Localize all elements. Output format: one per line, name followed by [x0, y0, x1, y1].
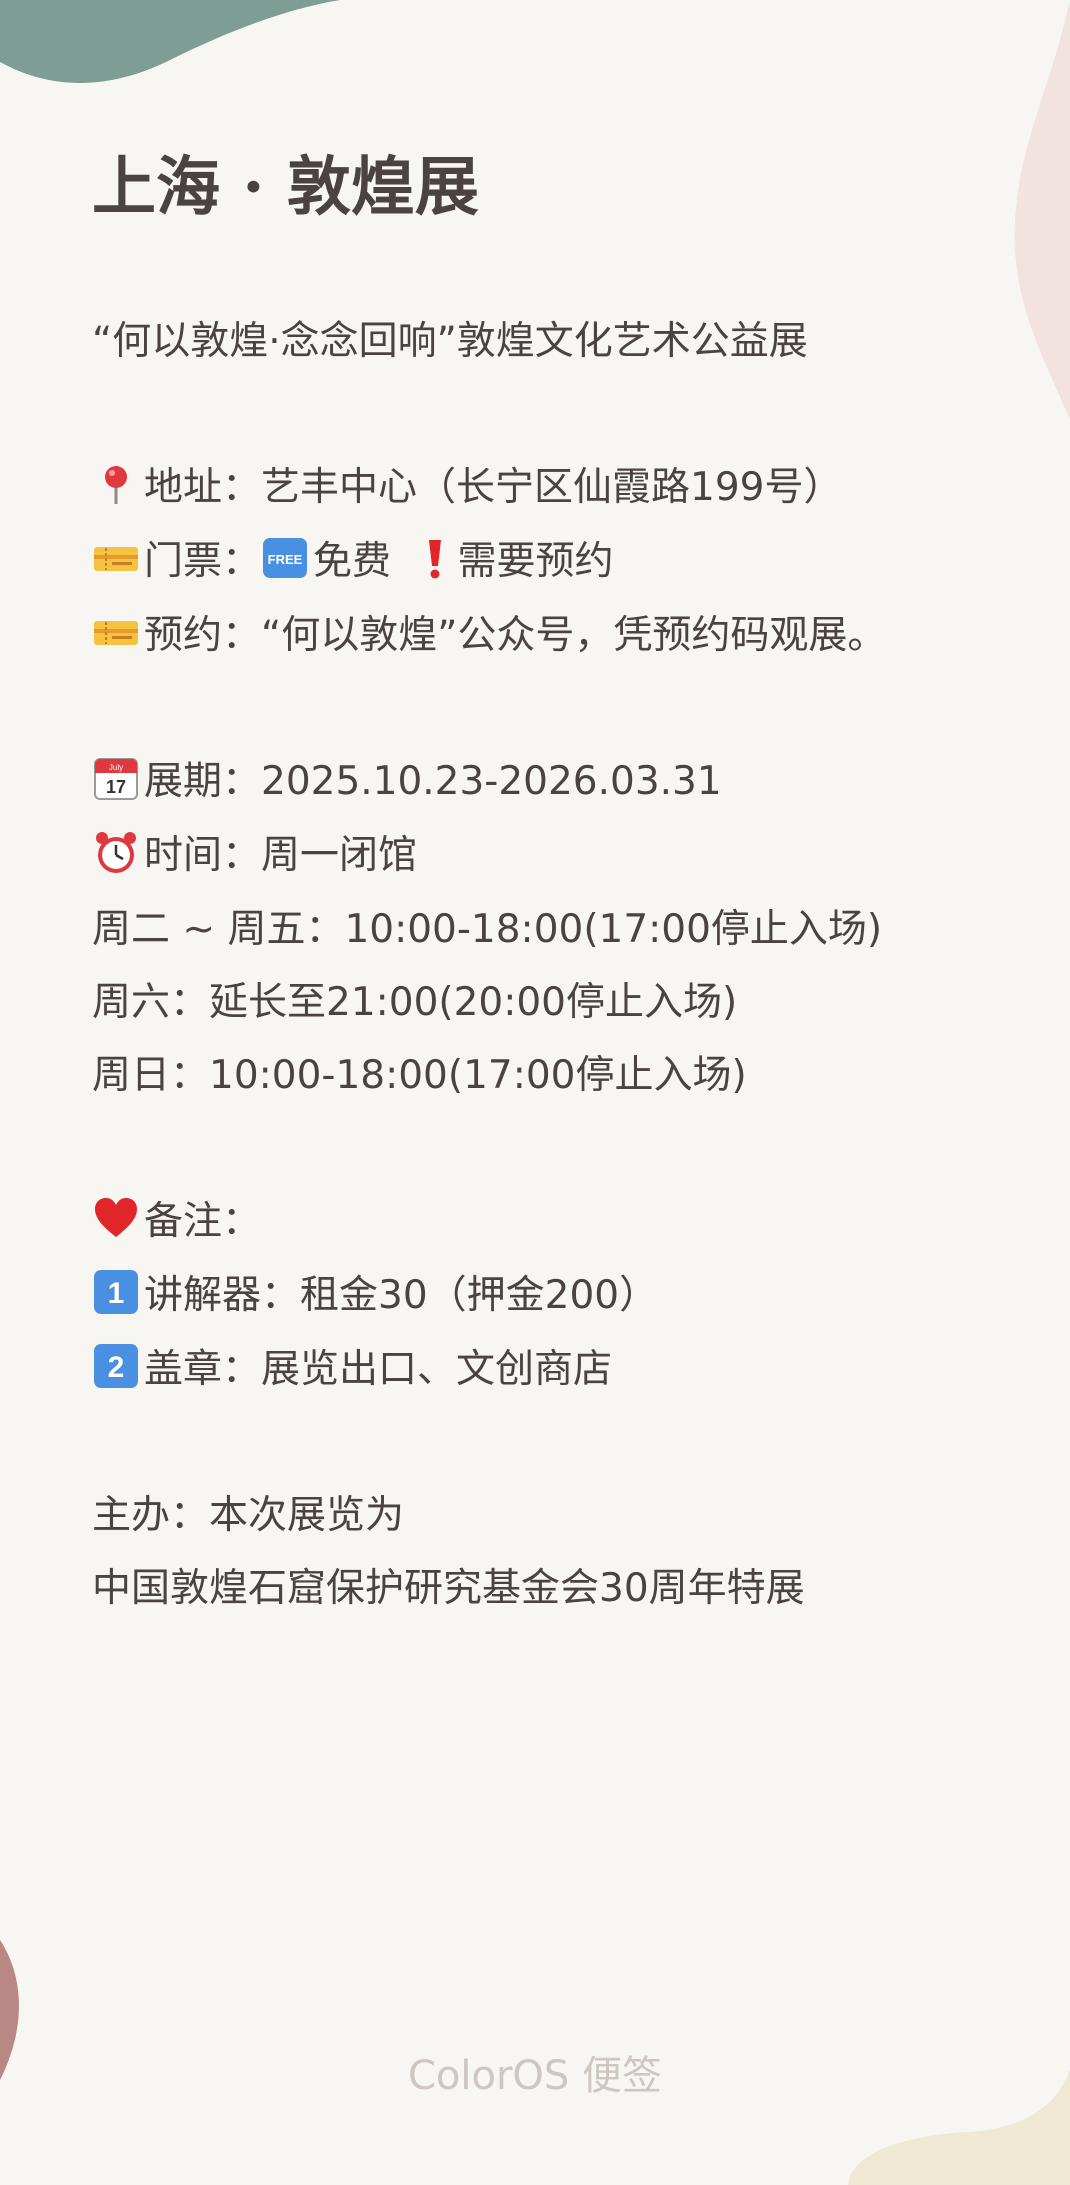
- hours-tue-fri: 周二 ~ 周五：10:00-18:00(17:00停止入场): [92, 907, 883, 952]
- free-icon: FREE: [263, 538, 308, 578]
- remark-1-text: 讲解器：租金30（押金200）: [144, 1273, 659, 1318]
- heart-icon: [95, 1198, 137, 1237]
- ticket-line: 门票： FREE 免费 需要预约: [92, 534, 613, 590]
- svg-text:July: July: [109, 763, 123, 772]
- exhibition-name: “何以敦煌·念念回响”敦煌文化艺术公益展: [92, 319, 808, 364]
- address-line: 地址：艺丰中心（长宁区仙霞路199号）: [92, 460, 842, 516]
- organizer-line-1: 主办：本次展览为: [92, 1493, 405, 1538]
- alarm-clock-icon: [96, 832, 136, 873]
- note-title: 上海 · 敦煌展: [92, 150, 479, 225]
- period-text: 展期：2025.10.23-2026.03.31: [144, 759, 722, 804]
- svg-text:FREE: FREE: [268, 552, 303, 567]
- keycap-2-icon: 2: [94, 1344, 138, 1388]
- hours-sun: 周日：10:00-18:00(17:00停止入场): [92, 1053, 747, 1098]
- svg-text:17: 17: [106, 777, 126, 797]
- remarks-text: 备注：: [144, 1199, 262, 1244]
- address-text: 地址：艺丰中心（长宁区仙霞路199号）: [144, 465, 843, 510]
- keycap-1-icon: 1: [94, 1270, 138, 1314]
- remarks-line: 备注：: [92, 1194, 261, 1250]
- booking-text: 预约：“何以敦煌”公众号，凭预约码观展。: [144, 613, 887, 658]
- booking-line: 预约：“何以敦煌”公众号，凭预约码观展。: [92, 608, 886, 664]
- period-line: July 17 展期：2025.10.23-2026.03.31: [92, 754, 722, 810]
- organizer-line-2: 中国敦煌石窟保护研究基金会30周年特展: [92, 1566, 805, 1611]
- hours-sat: 周六：延长至21:00(20:00停止入场): [92, 980, 738, 1025]
- reserve-text: 需要预约: [457, 539, 614, 584]
- remark-2-text: 盖章：展览出口、文创商店: [144, 1347, 613, 1392]
- decorative-blob-right: [1014, 0, 1070, 420]
- ticket-icon: [94, 547, 138, 571]
- svg-text:1: 1: [108, 1277, 125, 1310]
- svg-text:2: 2: [108, 1351, 125, 1384]
- app-watermark: ColorOS 便签: [407, 2053, 663, 2099]
- hours-text: 时间：周一闭馆: [144, 833, 418, 878]
- ticket-icon: [94, 621, 138, 645]
- pin-icon: [105, 466, 127, 504]
- decorative-blob-top-left: [0, 0, 340, 83]
- ticket-label: 门票：: [144, 539, 262, 584]
- free-text: 免费: [313, 539, 392, 584]
- calendar-icon: July 17: [94, 758, 138, 800]
- exclamation-icon: [429, 540, 442, 579]
- hours-line: 时间：周一闭馆: [92, 828, 417, 884]
- remark-2-line: 2 盖章：展览出口、文创商店: [92, 1342, 612, 1398]
- remark-1-line: 1 讲解器：租金30（押金200）: [92, 1268, 658, 1324]
